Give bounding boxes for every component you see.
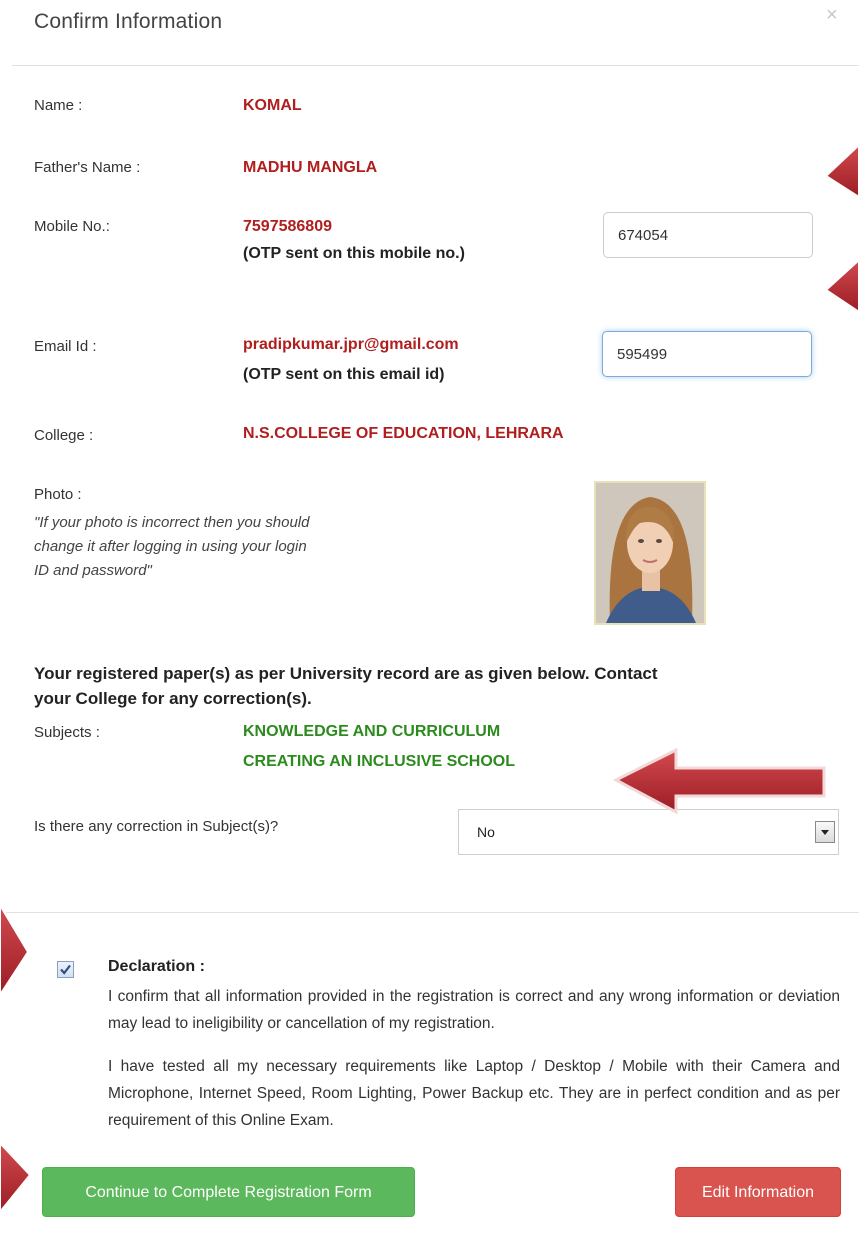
annotation-arrow-icon <box>824 258 859 314</box>
annotation-arrow-icon <box>0 903 30 997</box>
annotation-arrow-icon <box>0 1141 32 1214</box>
annotation-arrow-icon <box>612 747 826 815</box>
annotation-overlay <box>0 143 859 1214</box>
annotation-arrow-icon <box>824 143 859 199</box>
